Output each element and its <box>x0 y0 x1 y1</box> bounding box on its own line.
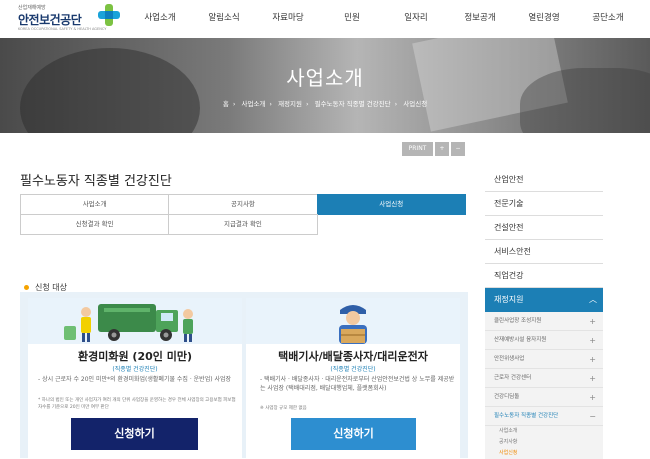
side-nav-item[interactable]: 산업안전 <box>485 168 603 192</box>
tab-application-result[interactable]: 신청결과 확인 <box>20 214 170 235</box>
card-note: ※ 사업장 규모 제한 없음 <box>260 406 307 411</box>
sanitation-illustration <box>28 298 242 344</box>
content-tabs: 사업소개 공지사항 사업신청 신청결과 확인 지급결과 확인 <box>20 194 468 235</box>
bullet-dot-icon <box>24 285 29 290</box>
tab-payment-result[interactable]: 지급결과 확인 <box>168 214 318 235</box>
nav-item-resources[interactable]: 자료마당 <box>256 0 320 38</box>
logo-title: 안전보건공단 <box>18 13 82 27</box>
nav-item-disclosure[interactable]: 정보공개 <box>448 0 512 38</box>
chevron-up-icon: ︿ <box>589 295 597 304</box>
card-subtitle: (직종별 건강진단) <box>330 366 376 373</box>
delivery-illustration <box>246 298 460 344</box>
side-nav-subitem-label: 안전위생사업 <box>494 356 525 362</box>
breadcrumb-current: 사업신청 <box>403 100 428 108</box>
garbage-truck-icon <box>64 304 193 342</box>
side-nav-subitem[interactable]: 건강디딤돌 + <box>485 388 603 407</box>
global-nav: 사업소개 알림소식 자료마당 민원 일자리 정보공개 열린경영 공단소개 <box>128 0 640 38</box>
logo-subtitle: 산업재해예방 <box>18 5 46 11</box>
delivery-worker-icon <box>339 305 367 344</box>
side-nav-active-label: 재정지원 <box>494 295 524 304</box>
side-nav-item[interactable]: 전문기술 <box>485 192 603 216</box>
side-nav-item[interactable]: 서비스안전 <box>485 240 603 264</box>
expand-plus-icon: + <box>589 374 596 383</box>
card-title: 환경미화원 (20인 미만) <box>78 350 192 363</box>
logo-cross-icon <box>98 4 120 26</box>
kosha-logo[interactable]: 산업재해예방 안전보건공단 KOREA OCCUPATIONAL SAFETY … <box>18 4 120 34</box>
zoom-out-button[interactable]: − <box>451 142 465 156</box>
side-nav-subitem-label: 산재예방시설 융자지원 <box>494 337 547 343</box>
logo-english: KOREA OCCUPATIONAL SAFETY & HEALTH AGENC… <box>18 27 107 31</box>
side-nav-item[interactable]: 직업건강 <box>485 264 603 288</box>
page-title: 필수노동자 직종별 건강진단 <box>20 174 172 189</box>
breadcrumb-item[interactable]: 재정지원 <box>278 100 302 108</box>
side-nav-subsubitem-current[interactable]: 사업신청 <box>485 448 603 459</box>
side-nav-item[interactable]: 건설안전 <box>485 216 603 240</box>
side-nav-subitem[interactable]: 클린사업장 조성지원 + <box>485 312 603 331</box>
card-description: - 택배기사 · 배달종사자 · 대리운전자로부터 산업안전보건법 상 노무를 … <box>260 376 455 392</box>
tab-overview[interactable]: 사업소개 <box>20 194 170 215</box>
side-nav-subsubitem[interactable]: 사업소개 <box>485 426 603 437</box>
card-subtitle: (직종별 건강진단) <box>112 366 158 373</box>
side-nav-subitem[interactable]: 산재예방시설 융자지원 + <box>485 331 603 350</box>
page-tools: PRINT + − <box>402 142 465 156</box>
print-button[interactable]: PRINT <box>402 142 433 156</box>
expand-plus-icon: + <box>589 317 596 326</box>
tab-apply[interactable]: 사업신청 <box>316 194 466 215</box>
section-heading-text: 신청 대상 <box>35 283 67 292</box>
side-nav: 산업안전 전문기술 건설안전 서비스안전 직업건강 재정지원 ︿ 클린사업장 조… <box>485 168 603 459</box>
target-card-delivery: 택배기사/배달종사자/대리운전자 (직종별 건강진단) - 택배기사 · 배달종… <box>246 298 460 458</box>
nav-item-business[interactable]: 사업소개 <box>128 0 192 38</box>
side-nav-subitem-label: 건강디딤돌 <box>494 394 520 400</box>
side-nav-subitem-label: 근로자 건강센터 <box>494 375 532 381</box>
hero-title: 사업소개 <box>286 66 364 90</box>
hero-banner: 사업소개 홈 › 사업소개 › 재정지원 › 필수노동자 직종별 건강진단 › 사업신청 <box>0 38 650 133</box>
side-nav-subitem-current[interactable]: 필수노동자 직종별 건강진단 − <box>485 407 603 426</box>
side-nav-subitem-label: 필수노동자 직종별 건강진단 <box>494 413 559 419</box>
header: 산업재해예방 안전보건공단 KOREA OCCUPATIONAL SAFETY … <box>0 0 650 38</box>
target-card-sanitation: 환경미화원 (20인 미만) (직종별 건강진단) - 상시 근로자 수 20인… <box>28 298 242 458</box>
expand-plus-icon: + <box>589 355 596 364</box>
card-description: - 상시 근로자 수 20인 미만*의 환경미화업(생활폐기물 수집 · 운반업… <box>38 376 232 383</box>
side-nav-subitem[interactable]: 안전위생사업 + <box>485 350 603 369</box>
zoom-in-button[interactable]: + <box>435 142 449 156</box>
collapse-minus-icon: − <box>589 412 596 421</box>
apply-button-sanitation[interactable]: 신청하기 <box>71 418 198 450</box>
side-nav-subsubitem[interactable]: 공지사항 <box>485 437 603 448</box>
card-title: 택배기사/배달종사자/대리운전자 <box>278 350 428 363</box>
side-nav-item-financial-support[interactable]: 재정지원 ︿ <box>485 288 603 312</box>
nav-item-about[interactable]: 공단소개 <box>576 0 640 38</box>
breadcrumb: 홈 › 사업소개 › 재정지원 › 필수노동자 직종별 건강진단 › 사업신청 <box>222 100 428 108</box>
nav-item-jobs[interactable]: 일자리 <box>384 0 448 38</box>
breadcrumb-item[interactable]: 필수노동자 직종별 건강진단 <box>315 100 391 108</box>
nav-item-civil[interactable]: 민원 <box>320 0 384 38</box>
apply-button-delivery[interactable]: 신청하기 <box>291 418 416 450</box>
tab-notice[interactable]: 공지사항 <box>168 194 318 215</box>
expand-plus-icon: + <box>589 336 596 345</box>
side-nav-subitem[interactable]: 근로자 건강센터 + <box>485 369 603 388</box>
side-nav-submenu: 클린사업장 조성지원 + 산재예방시설 융자지원 + 안전위생사업 + 근로자 건강센… <box>485 312 603 459</box>
nav-item-management[interactable]: 열린경영 <box>512 0 576 38</box>
card-note: * 하나의 법인 또는 개인 사업자가 여러 개의 단위 사업장을 운영하는 경… <box>38 398 236 410</box>
nav-item-news[interactable]: 알림소식 <box>192 0 256 38</box>
expand-plus-icon: + <box>589 393 596 402</box>
breadcrumb-item[interactable]: 사업소개 <box>241 100 265 108</box>
side-nav-subitem-label: 클린사업장 조성지원 <box>494 318 542 324</box>
breadcrumb-home[interactable]: 홈 <box>223 100 229 108</box>
